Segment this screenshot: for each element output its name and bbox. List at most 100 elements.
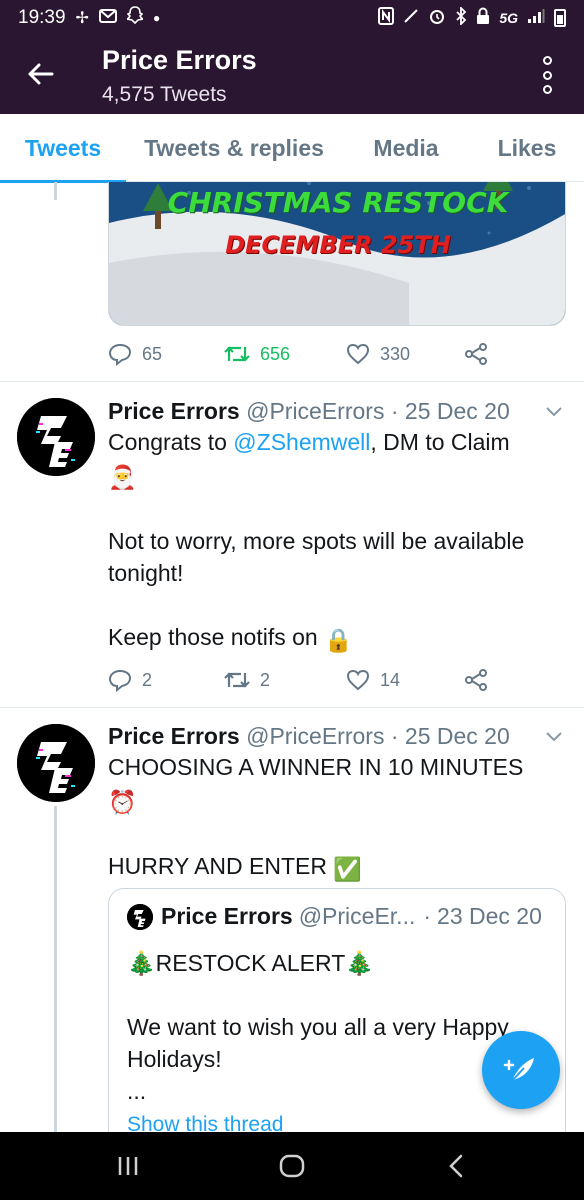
heart-icon	[346, 343, 370, 365]
price-errors-logo-icon	[17, 398, 95, 476]
tweet-divider	[0, 707, 584, 708]
signal-icon	[527, 8, 545, 29]
profile-title: Price Errors	[102, 45, 257, 75]
tweet-paragraph: Keep those notifs on	[108, 624, 318, 650]
tweet-paragraph: Not to worry, more spots will be availab…	[108, 528, 525, 586]
like-count: 330	[380, 343, 411, 364]
like-count: 14	[380, 669, 401, 690]
tweet-paragraph: CHOOSING A WINNER IN 10 MINUTES	[108, 754, 524, 780]
dot-icon	[542, 70, 552, 80]
compose-tweet-button[interactable]	[482, 1031, 560, 1109]
back-button[interactable]	[20, 54, 60, 94]
reply-count: 65	[142, 343, 163, 364]
lock-icon	[476, 7, 490, 30]
santa-emoji: 🎅	[108, 464, 137, 490]
quote-header: Price Errors @PriceEr... · 23 Dec 20	[127, 903, 542, 930]
separator: ·	[423, 903, 432, 929]
tweet-date[interactable]: 25 Dec 20	[405, 398, 510, 424]
tweet-paragraph: HURRY AND ENTER	[108, 853, 327, 879]
separator: ·	[390, 398, 399, 424]
check-mark-emoji: ✅	[333, 856, 363, 882]
quote-date: 23 Dec 20	[437, 903, 542, 929]
retweet-icon	[224, 672, 250, 688]
retweet-count: 656	[260, 343, 291, 364]
separator: ·	[390, 723, 399, 749]
author-name[interactable]: Price Errors	[108, 723, 240, 749]
mail-icon	[98, 7, 117, 29]
tweet-text-part: Congrats to	[108, 429, 234, 455]
snapchat-icon	[124, 6, 146, 30]
tweet-text-part: , DM to Claim	[370, 429, 510, 455]
share-button[interactable]	[464, 342, 488, 366]
dot-icon: ●	[152, 11, 161, 25]
share-icon	[465, 669, 487, 691]
dot-icon	[542, 85, 552, 94]
reply-button[interactable]: 2	[108, 668, 224, 692]
tab-tweets-and-replies[interactable]: Tweets & replies	[126, 114, 342, 182]
lock-emoji: 🔒	[324, 627, 353, 653]
chevron-down-icon[interactable]	[542, 399, 566, 423]
alarm-clock-emoji: ⏰	[108, 789, 137, 815]
app-bar: Price Errors 4,575 Tweets	[0, 36, 584, 114]
recent-apps-button[interactable]	[108, 1150, 148, 1182]
thread-line	[54, 182, 57, 200]
tweet-text: CHOOSING A WINNER IN 10 MINUTES ⏰ HURRY …	[108, 751, 568, 885]
status-bar: 19:39 ✢ ● 5G	[0, 0, 584, 36]
tweet-actions: 65 656 330	[108, 342, 488, 366]
heart-icon	[346, 669, 370, 691]
profile-tabs: Tweets Tweets & replies Media Likes	[0, 114, 584, 183]
tweet-actions: 2 2 14	[108, 668, 488, 692]
retweet-button[interactable]: 2	[224, 669, 346, 691]
tweet-count: 4,575 Tweets	[102, 83, 227, 106]
media-line2: DECEMBER 25TH	[225, 231, 451, 259]
dot-icon	[542, 56, 552, 65]
tab-likes[interactable]: Likes	[470, 114, 584, 182]
home-icon	[279, 1154, 305, 1178]
tab-media[interactable]: Media	[342, 114, 470, 182]
retweet-icon	[224, 346, 250, 362]
network-type: 5G	[499, 10, 518, 26]
arrow-left-icon	[28, 63, 54, 85]
reply-icon	[108, 669, 132, 692]
system-navigation-bar	[0, 1132, 584, 1200]
quote-author-name: Price Errors	[161, 903, 293, 929]
back-icon	[449, 1154, 463, 1178]
author-handle[interactable]: @PriceErrors	[246, 398, 384, 424]
mute-icon	[403, 8, 419, 29]
like-button[interactable]: 14	[346, 669, 464, 691]
quote-author-handle: @PriceEr...	[298, 903, 416, 929]
avatar[interactable]	[17, 724, 95, 802]
like-button[interactable]: 330	[346, 343, 464, 365]
tree-emoji: 🎄	[345, 950, 374, 976]
retweet-button[interactable]: 656	[224, 343, 346, 365]
mention-link[interactable]: @ZShemwell	[233, 429, 370, 455]
share-button[interactable]	[464, 668, 488, 692]
tweet-header: Price Errors @PriceErrors · 25 Dec 20	[108, 723, 510, 750]
compose-feather-icon	[503, 1058, 534, 1082]
back-nav-button[interactable]	[436, 1150, 476, 1182]
author-handle[interactable]: @PriceErrors	[246, 723, 384, 749]
quote-avatar	[127, 903, 153, 930]
bluetooth-icon	[455, 5, 467, 30]
chevron-down-icon[interactable]	[542, 724, 566, 748]
battery-icon	[554, 9, 566, 27]
status-time: 19:39	[18, 7, 66, 28]
tab-tweets[interactable]: Tweets	[0, 114, 126, 183]
reply-button[interactable]: 65	[108, 342, 224, 366]
retweet-count: 2	[260, 669, 271, 690]
tweet-media-image[interactable]: CHRISTMAS RESTOCK DECEMBER 25TH	[108, 182, 566, 326]
tree-emoji: 🎄	[127, 950, 156, 976]
author-name[interactable]: Price Errors	[108, 398, 240, 424]
tweet-divider	[0, 381, 584, 382]
home-button[interactable]	[272, 1150, 312, 1182]
price-errors-logo-icon	[17, 724, 95, 802]
show-thread-link[interactable]: Show this thread	[127, 1113, 283, 1132]
media-line1: CHRISTMAS RESTOCK	[167, 186, 509, 219]
tweet-date[interactable]: 25 Dec 20	[405, 723, 510, 749]
overflow-menu-button[interactable]	[532, 56, 562, 94]
share-icon	[465, 343, 487, 365]
thread-line	[54, 806, 57, 1132]
recent-apps-icon	[118, 1157, 138, 1175]
timeline[interactable]: CHRISTMAS RESTOCK DECEMBER 25TH 65 656 3…	[0, 182, 584, 1132]
avatar[interactable]	[17, 398, 95, 476]
